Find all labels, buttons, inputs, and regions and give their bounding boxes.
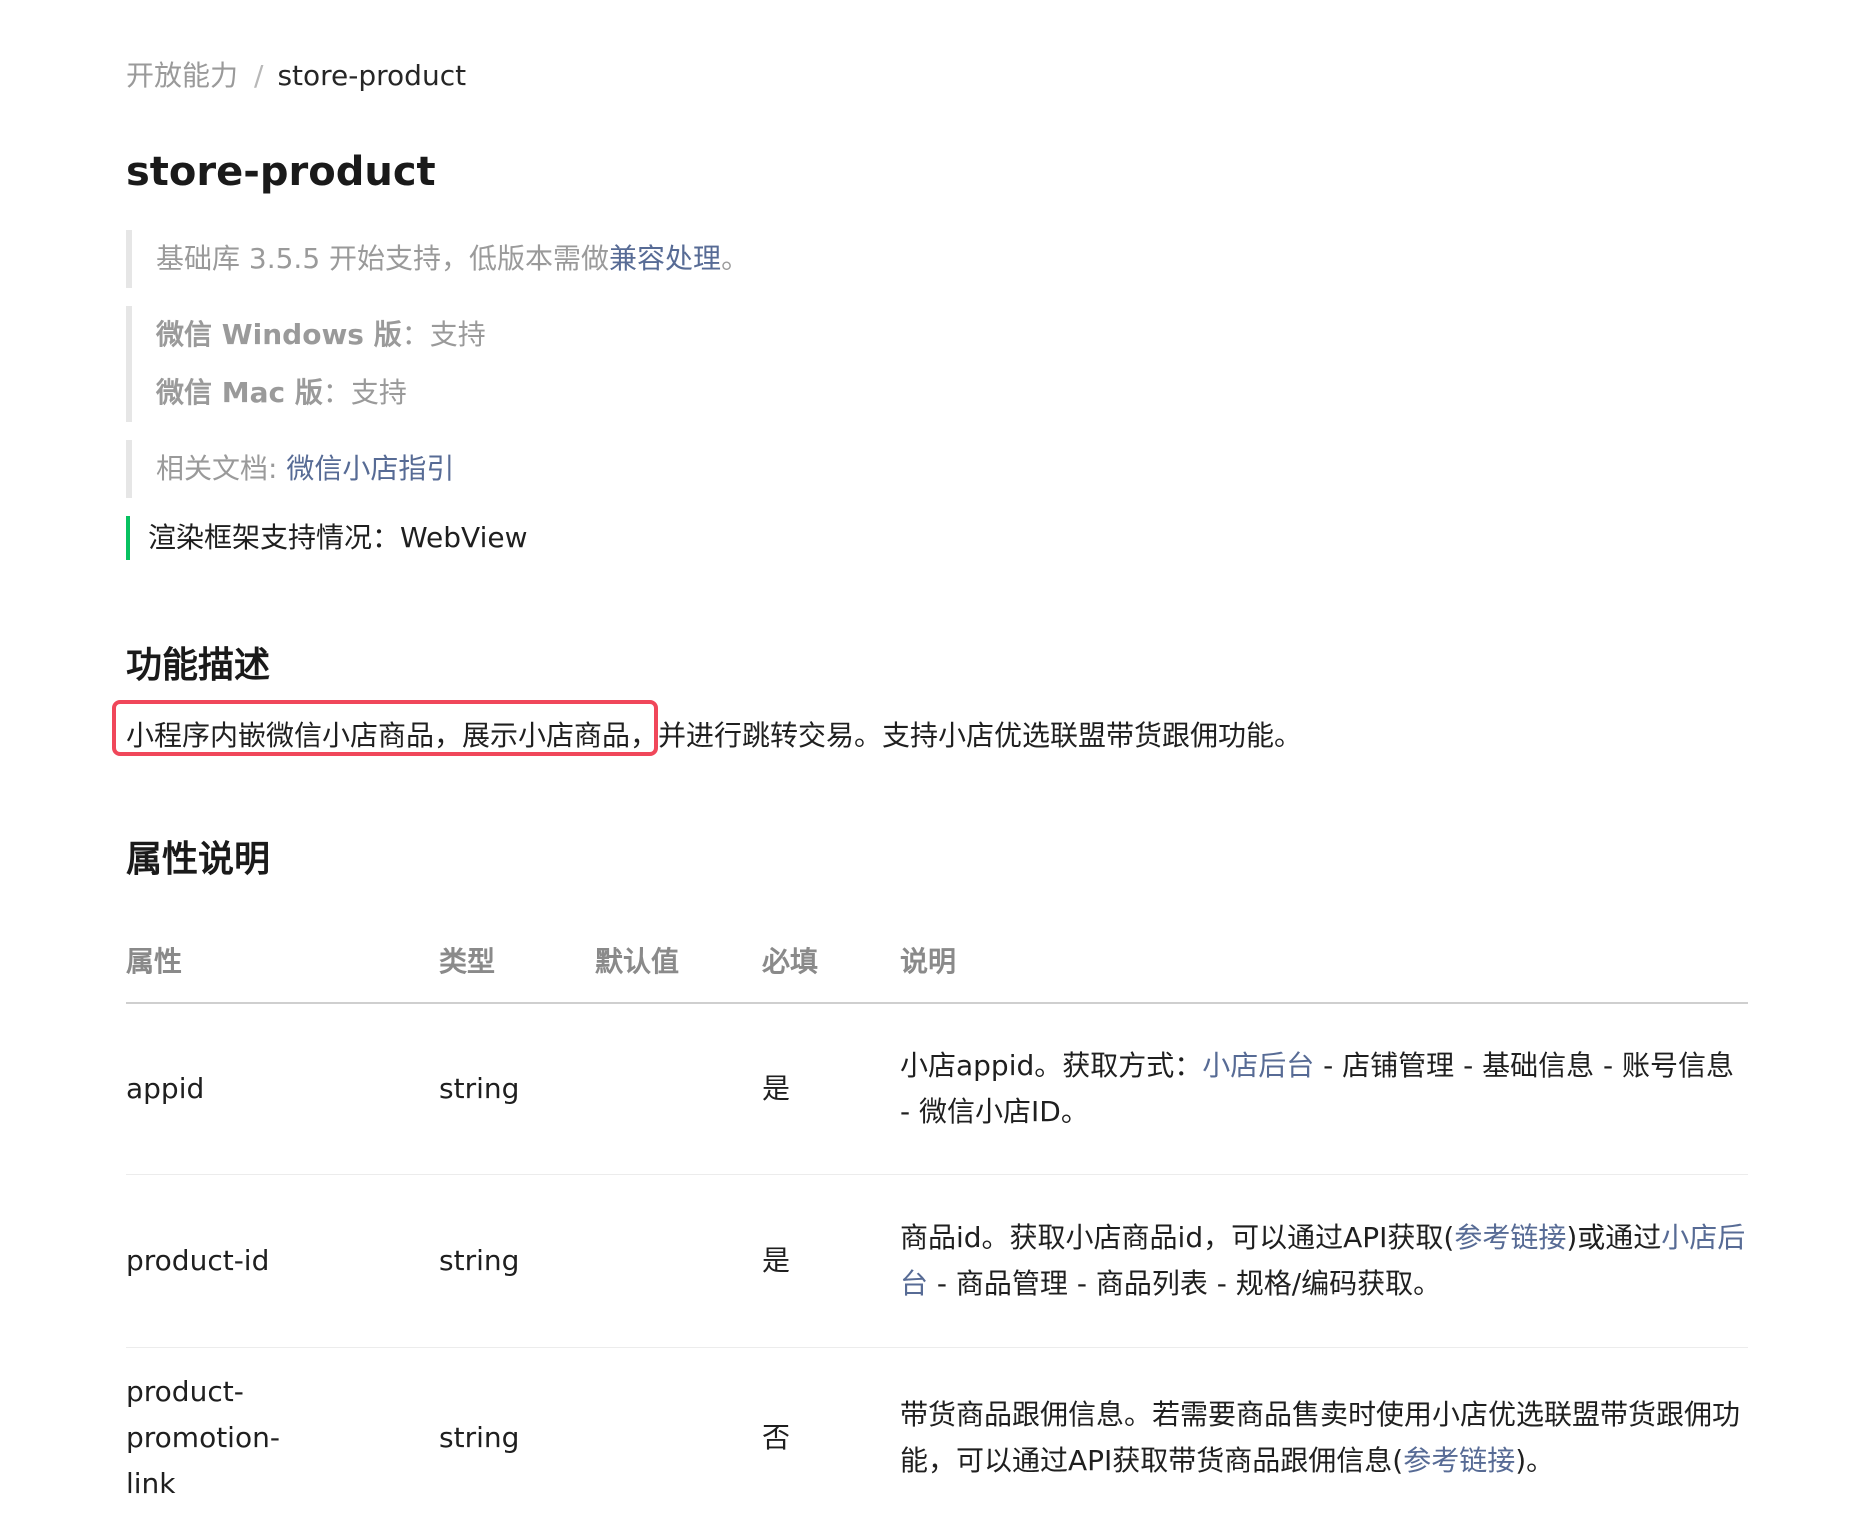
attributes-table: 属性 类型 默认值 必填 说明 appid string 是 小店appid。获… (126, 930, 1748, 1528)
table-header: 属性 类型 默认值 必填 说明 (126, 930, 1748, 1004)
windows-label: 微信 Windows 版 (156, 318, 402, 351)
description-rest-text: 并进行跳转交易。支持小店优选联盟带货跟佣功能。 (658, 719, 1303, 752)
cell-attr: product-id (126, 1244, 270, 1277)
header-desc: 说明 (900, 945, 957, 978)
note-basic-suffix: 。 (721, 242, 750, 275)
section-title-attributes: 属性说明 (126, 839, 271, 880)
cell-desc: 商品id。获取小店商品id，可以通过API获取(参考链接)或通过小店后台 - 商… (900, 1215, 1750, 1307)
windows-value: ：支持 (401, 318, 486, 351)
header-required: 必填 (762, 945, 819, 978)
section-title-description: 功能描述 (126, 645, 271, 686)
cell-required: 是 (762, 1072, 791, 1105)
cell-required: 否 (762, 1421, 791, 1454)
reference-link[interactable]: 参考链接 (1403, 1444, 1515, 1477)
breadcrumb-separator: / (254, 59, 264, 92)
desc-text: 商品id。获取小店商品id，可以通过API获取( (900, 1221, 1455, 1254)
note-related-docs: 相关文档: 微信小店指引 (126, 440, 454, 498)
store-guide-link[interactable]: 微信小店指引 (286, 452, 454, 485)
cell-required: 是 (762, 1244, 791, 1277)
page-title: store-product (126, 149, 436, 195)
description-text: 小程序内嵌微信小店商品，展示小店商品，并进行跳转交易。支持小店优选联盟带货跟佣功… (126, 712, 1302, 760)
table-row: appid string 是 小店appid。获取方式：小店后台 - 店铺管理 … (126, 1004, 1748, 1175)
description-highlighted-text: 小程序内嵌微信小店商品，展示小店商品， (126, 719, 659, 752)
docs-label: 相关文档: (156, 452, 287, 485)
cell-type: string (439, 1421, 520, 1454)
reference-link[interactable]: 参考链接 (1454, 1221, 1566, 1254)
header-default: 默认值 (595, 945, 680, 978)
desc-text: )或通过 (1566, 1221, 1662, 1254)
table-row: product-promotion-link string 否 带货商品跟佣信息… (126, 1348, 1748, 1528)
breadcrumb: 开放能力 / store-product (126, 52, 466, 100)
cell-attr: appid (126, 1072, 205, 1105)
compat-handling-link[interactable]: 兼容处理 (609, 242, 721, 275)
cell-type: string (439, 1072, 520, 1105)
breadcrumb-current: store-product (277, 59, 467, 92)
table-row: product-id string 是 商品id。获取小店商品id，可以通过AP… (126, 1175, 1748, 1348)
store-backend-link[interactable]: 小店后台 (1202, 1049, 1314, 1082)
note-basic-text: 基础库 3.5.5 开始支持，低版本需做 (156, 242, 610, 275)
note-platform-support: 微信 Windows 版：支持 微信 Mac 版：支持 (126, 306, 486, 422)
mac-value: ：支持 (322, 376, 407, 409)
breadcrumb-parent-link[interactable]: 开放能力 (126, 59, 238, 92)
desc-text: 带货商品跟佣信息。若需要商品售卖时使用小店优选联盟带货跟佣功能，可以通过API获… (900, 1398, 1741, 1477)
note-basic-library: 基础库 3.5.5 开始支持，低版本需做兼容处理。 (126, 230, 749, 288)
desc-text: 小店appid。获取方式： (900, 1049, 1203, 1082)
header-attr: 属性 (126, 945, 183, 978)
cell-attr: product-promotion-link (126, 1375, 280, 1500)
desc-text: - 商品管理 - 商品列表 - 规格/编码获取。 (928, 1267, 1442, 1300)
render-support: 渲染框架支持情况：WebView (126, 516, 528, 560)
cell-desc: 带货商品跟佣信息。若需要商品售卖时使用小店优选联盟带货跟佣功能，可以通过API获… (900, 1392, 1750, 1484)
cell-type: string (439, 1244, 520, 1277)
header-type: 类型 (439, 945, 496, 978)
desc-text: )。 (1515, 1444, 1555, 1477)
cell-desc: 小店appid。获取方式：小店后台 - 店铺管理 - 基础信息 - 账号信息 -… (900, 1043, 1750, 1135)
mac-label: 微信 Mac 版 (156, 376, 323, 409)
